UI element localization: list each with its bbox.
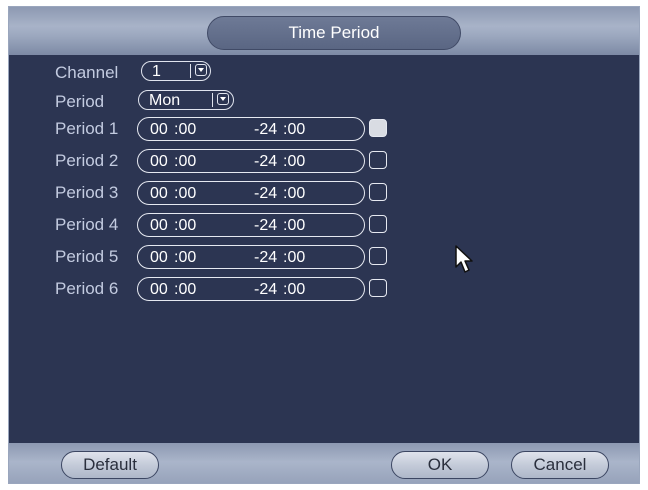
end-minute[interactable]: :00 xyxy=(283,217,305,235)
period-day-value: Mon xyxy=(149,92,181,109)
end-minute[interactable]: :00 xyxy=(283,121,305,139)
end-hour[interactable]: -24 xyxy=(254,281,277,299)
period-day-select[interactable]: Mon xyxy=(138,90,234,110)
start-minute[interactable]: :00 xyxy=(174,185,196,203)
cancel-button[interactable]: Cancel xyxy=(511,451,609,479)
time-range-field[interactable]: 00 :00 -24 :00 xyxy=(137,277,365,301)
time-range-field[interactable]: 00 :00 -24 :00 xyxy=(137,181,365,205)
chevron-down-icon xyxy=(195,64,207,76)
period-row-label: Period 6 xyxy=(55,279,119,298)
start-hour[interactable]: 00 xyxy=(150,153,168,171)
start-minute[interactable]: :00 xyxy=(174,153,196,171)
period-day-row: Period Mon xyxy=(9,90,639,114)
channel-row: Channel 1 xyxy=(9,61,639,85)
channel-select-separator xyxy=(190,64,191,78)
time-range-field[interactable]: 00 :00 -24 :00 xyxy=(137,117,365,141)
channel-value: 1 xyxy=(152,63,161,80)
title-pill: Time Period xyxy=(207,16,461,50)
period-select-separator xyxy=(212,93,213,107)
period-enable-checkbox[interactable] xyxy=(369,279,387,297)
start-minute[interactable]: :00 xyxy=(174,249,196,267)
period-row-label: Period 2 xyxy=(55,151,119,170)
dialog-title: Time Period xyxy=(288,23,380,42)
channel-select[interactable]: 1 xyxy=(141,61,211,81)
end-minute[interactable]: :00 xyxy=(283,249,305,267)
title-bar: Time Period xyxy=(9,7,639,55)
start-hour[interactable]: 00 xyxy=(150,121,168,139)
end-minute[interactable]: :00 xyxy=(283,185,305,203)
end-hour[interactable]: -24 xyxy=(254,217,277,235)
end-hour[interactable]: -24 xyxy=(254,121,277,139)
button-bar: Default OK Cancel xyxy=(9,443,639,483)
end-hour[interactable]: -24 xyxy=(254,185,277,203)
period-row: Period 4 00 :00 -24 :00 xyxy=(9,213,639,237)
time-range-field[interactable]: 00 :00 -24 :00 xyxy=(137,149,365,173)
channel-label: Channel xyxy=(55,63,119,82)
end-minute[interactable]: :00 xyxy=(283,153,305,171)
period-row-label: Period 1 xyxy=(55,119,119,138)
mouse-pointer-icon xyxy=(455,245,473,273)
start-hour[interactable]: 00 xyxy=(150,217,168,235)
period-row: Period 5 00 :00 -24 :00 xyxy=(9,245,639,269)
ok-button[interactable]: OK xyxy=(391,451,489,479)
start-minute[interactable]: :00 xyxy=(174,217,196,235)
period-row-label: Period 3 xyxy=(55,183,119,202)
chevron-down-icon xyxy=(217,93,229,105)
start-minute[interactable]: :00 xyxy=(174,121,196,139)
time-range-field[interactable]: 00 :00 -24 :00 xyxy=(137,245,365,269)
period-enable-checkbox[interactable] xyxy=(369,151,387,169)
start-hour[interactable]: 00 xyxy=(150,185,168,203)
period-row-label: Period 4 xyxy=(55,215,119,234)
time-period-dialog: Time Period Channel 1 Period Mon Period … xyxy=(8,6,640,484)
end-hour[interactable]: -24 xyxy=(254,249,277,267)
period-row-label: Period 5 xyxy=(55,247,119,266)
end-minute[interactable]: :00 xyxy=(283,281,305,299)
time-range-field[interactable]: 00 :00 -24 :00 xyxy=(137,213,365,237)
start-minute[interactable]: :00 xyxy=(174,281,196,299)
period-enable-checkbox[interactable] xyxy=(369,215,387,233)
start-hour[interactable]: 00 xyxy=(150,249,168,267)
period-enable-checkbox[interactable] xyxy=(369,247,387,265)
period-label: Period xyxy=(55,92,105,111)
period-enable-checkbox[interactable] xyxy=(369,183,387,201)
start-hour[interactable]: 00 xyxy=(150,281,168,299)
default-button[interactable]: Default xyxy=(61,451,159,479)
period-enable-checkbox[interactable] xyxy=(369,119,387,137)
period-row: Period 6 00 :00 -24 :00 xyxy=(9,277,639,301)
end-hour[interactable]: -24 xyxy=(254,153,277,171)
period-row: Period 2 00 :00 -24 :00 xyxy=(9,149,639,173)
period-row: Period 1 00 :00 -24 :00 xyxy=(9,117,639,141)
period-row: Period 3 00 :00 -24 :00 xyxy=(9,181,639,205)
